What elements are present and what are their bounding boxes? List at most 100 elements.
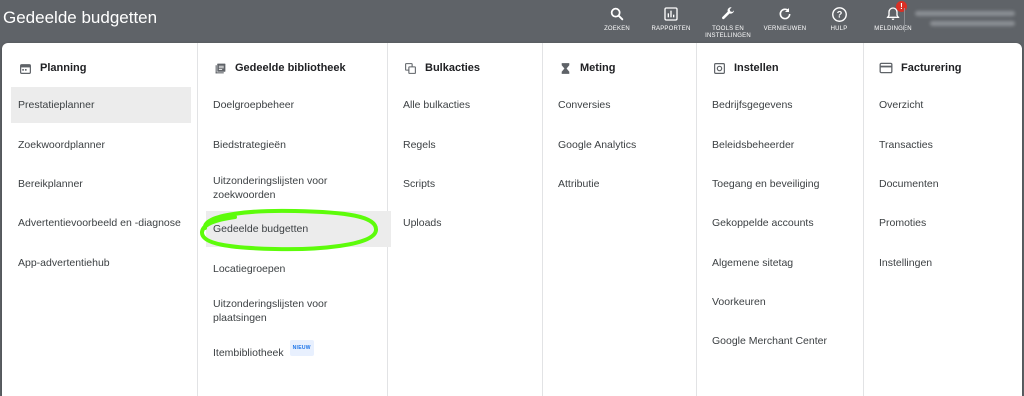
help-icon: ? (829, 4, 849, 24)
menu-item-label: Voorkeuren (712, 296, 766, 308)
account-info-blurred[interactable] (915, 11, 1015, 16)
menu-item-transacties[interactable]: Transacties (872, 136, 940, 154)
menu-item-bereikplanner[interactable]: Bereikplanner (11, 175, 90, 193)
menu-item-conversies[interactable]: Conversies (551, 96, 618, 114)
menu-item-prestatieplanner[interactable]: Prestatieplanner (11, 87, 191, 123)
menu-item-label: Uitzonderingslijsten voor zoekwoorden (213, 175, 328, 201)
menu-item-documenten[interactable]: Documenten (872, 175, 946, 193)
menu-item-label: Overzicht (879, 99, 924, 111)
menu-item-label: Toegang en beveiliging (712, 178, 820, 190)
menu-item-toegang-beveiliging[interactable]: Toegang en beveiliging (705, 175, 826, 193)
column-header-facturering: Facturering (879, 61, 962, 75)
menu-item-label: Attributie (558, 178, 600, 190)
tools-settings-label: TOOLS EN INSTELLINGEN (705, 26, 751, 39)
menu-item-google-analytics[interactable]: Google Analytics (551, 136, 643, 154)
menu-item-label: Beleidsbeheerder (712, 139, 795, 151)
menu-item-overzicht[interactable]: Overzicht (872, 96, 930, 114)
menu-item-label: Uitzonderingslijsten voor plaatsingen (213, 298, 328, 324)
menu-item-label: Documenten (879, 178, 939, 190)
reports-button[interactable]: RAPPORTEN (644, 0, 698, 42)
menu-item-regels[interactable]: Regels (396, 136, 443, 154)
column-header-meting: Meting (558, 61, 615, 75)
menu-column-instellen: Instellen Bedrijfsgegevens Beleidsbeheer… (696, 43, 864, 396)
menu-item-uitzonderingslijsten-plaatsingen[interactable]: Uitzonderingslijsten voor plaatsingen (206, 295, 370, 327)
menu-item-zoekwoordplanner[interactable]: Zoekwoordplanner (11, 136, 112, 154)
credit-card-icon (879, 61, 893, 75)
column-title: Instellen (734, 62, 779, 74)
menu-item-label: Promoties (879, 217, 927, 229)
menu-item-app-advertentiehub[interactable]: App-advertentiehub (11, 254, 117, 272)
menu-column-bulkacties: Bulkacties Alle bulkacties Regels Script… (387, 43, 543, 396)
menu-item-label: Biedstrategieën (213, 139, 286, 151)
menu-item-instellingen[interactable]: Instellingen (872, 254, 939, 272)
menu-item-advertentievoorbeeld[interactable]: Advertentievoorbeeld en -diagnose (11, 214, 188, 232)
menu-item-algemene-sitetag[interactable]: Algemene sitetag (705, 254, 800, 272)
svg-text:?: ? (836, 9, 842, 19)
menu-item-label: Doelgroepbeheer (213, 99, 295, 111)
menu-item-label: Google Analytics (558, 139, 637, 151)
menu-item-label: Scripts (403, 178, 436, 190)
menu-column-meting: Meting Conversies Google Analytics Attri… (542, 43, 697, 396)
menu-item-gedeelde-budgetten[interactable]: Gedeelde budgetten (206, 211, 391, 247)
menu-item-label: Algemene sitetag (712, 257, 794, 269)
menu-item-label: Alle bulkacties (403, 99, 471, 111)
menu-item-beleidsbeheerder[interactable]: Beleidsbeheerder (705, 136, 801, 154)
menu-item-label: Transacties (879, 139, 933, 151)
menu-item-google-merchant-center[interactable]: Google Merchant Center (705, 332, 834, 350)
menu-item-uploads[interactable]: Uploads (396, 214, 449, 232)
menu-item-alle-bulkacties[interactable]: Alle bulkacties (396, 96, 477, 114)
column-title: Planning (40, 62, 87, 74)
refresh-button[interactable]: VERNIEUWEN (758, 0, 812, 42)
tools-settings-button[interactable]: TOOLS EN INSTELLINGEN (698, 0, 758, 42)
hourglass-icon (558, 61, 572, 75)
menu-item-doelgroepbeheer[interactable]: Doelgroepbeheer (206, 96, 301, 114)
notifications-button[interactable]: ! MELDINGEN (866, 0, 920, 42)
menu-item-biedstrategieen[interactable]: Biedstrategieën (206, 136, 293, 154)
menu-item-label: Regels (403, 139, 436, 151)
menu-item-label: Bereikplanner (18, 178, 83, 190)
search-label: ZOEKEN (604, 26, 630, 32)
menu-item-label: Gekoppelde accounts (712, 217, 814, 229)
top-bar: Gedeelde budgetten ZOEKEN RAPPORTEN TOOL… (0, 0, 1024, 42)
search-button[interactable]: ZOEKEN (590, 0, 644, 42)
notifications-label: MELDINGEN (874, 26, 912, 32)
menu-column-gedeelde-bibliotheek: Gedeelde bibliotheek Doelgroepbeheer Bie… (197, 43, 391, 396)
reports-icon (661, 4, 681, 24)
menu-column-planning: Planning Prestatieplanner Zoekwoordplann… (2, 43, 198, 396)
settings-icon (712, 61, 726, 75)
menu-item-uitzonderingslijsten-zoekwoorden[interactable]: Uitzonderingslijsten voor zoekwoorden (206, 172, 370, 204)
column-header-planning: Planning (18, 61, 86, 75)
account-id-blurred (930, 21, 1015, 26)
refresh-icon (775, 4, 795, 24)
menu-item-label: Instellingen (879, 257, 933, 269)
notification-badge: ! (896, 1, 907, 12)
menu-item-label: Bedrijfsgegevens (712, 99, 793, 111)
menu-item-bedrijfsgegevens[interactable]: Bedrijfsgegevens (705, 96, 800, 114)
column-header-gedeelde-bibliotheek: Gedeelde bibliotheek (213, 61, 346, 75)
column-header-instellen: Instellen (712, 61, 779, 75)
menu-item-label: Conversies (558, 99, 611, 111)
menu-item-scripts[interactable]: Scripts (396, 175, 442, 193)
column-title: Gedeelde bibliotheek (235, 62, 346, 74)
menu-item-attributie[interactable]: Attributie (551, 175, 606, 193)
library-icon (213, 61, 227, 75)
help-label: HULP (830, 26, 848, 32)
menu-item-label: Itembibliotheek (213, 347, 284, 359)
menu-item-gekoppelde-accounts[interactable]: Gekoppelde accounts (705, 214, 821, 232)
reports-label: RAPPORTEN (651, 26, 691, 32)
menu-item-promoties[interactable]: Promoties (872, 214, 933, 232)
menu-item-label: App-advertentiehub (18, 257, 110, 269)
menu-item-itembibliotheek[interactable]: Itembibliotheek NIEUW (206, 340, 321, 362)
calendar-icon (18, 61, 32, 75)
menu-item-voorkeuren[interactable]: Voorkeuren (705, 293, 773, 311)
refresh-label: VERNIEUWEN (763, 26, 807, 32)
menu-item-locatiegroepen[interactable]: Locatiegroepen (206, 260, 292, 278)
menu-item-label: Zoekwoordplanner (18, 139, 105, 151)
help-button[interactable]: ? HULP (812, 0, 866, 42)
menu-item-label: Locatiegroepen (213, 263, 286, 275)
column-header-bulkacties: Bulkacties (403, 61, 480, 75)
toolbar-divider (904, 8, 905, 32)
new-badge: NIEUW (289, 340, 314, 356)
menu-item-label: Advertentievoorbeeld en -diagnose (18, 217, 181, 229)
toolbar: ZOEKEN RAPPORTEN TOOLS EN INSTELLINGEN V… (590, 0, 920, 42)
